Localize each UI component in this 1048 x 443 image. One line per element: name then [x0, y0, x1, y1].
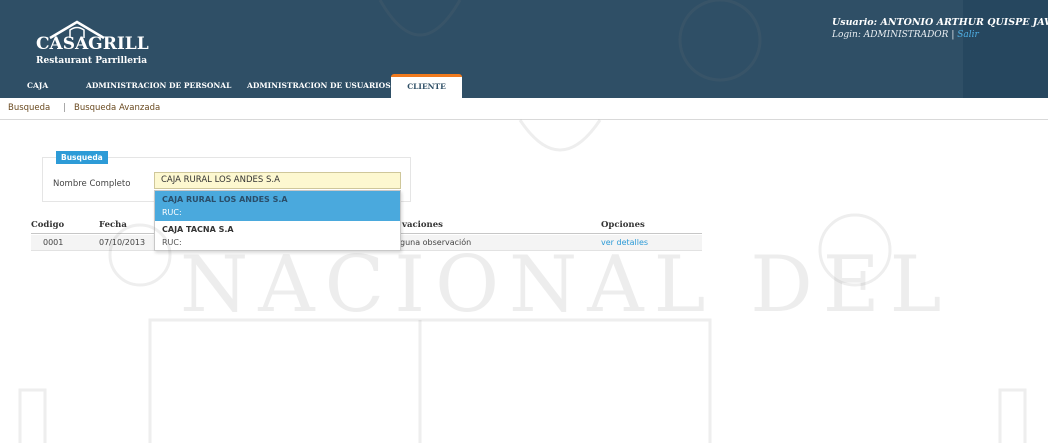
column-header-codigo[interactable]: Codigo	[31, 220, 64, 230]
header-right-panel	[963, 0, 1048, 98]
logo-subtitle: Restaurant Parrilleria	[36, 56, 148, 66]
cell-codigo: 0001	[43, 238, 64, 247]
logo-title: CASAGRILL	[36, 34, 149, 54]
column-header-observaciones[interactable]: vaciones	[402, 220, 443, 230]
tab-cliente[interactable]: CLIENTE	[391, 74, 462, 98]
nombre-completo-label: Nombre Completo	[53, 179, 131, 189]
tab-administracion-personal[interactable]: ADMINISTRACION DE PERSONAL	[86, 74, 231, 98]
subnav-separator: |	[63, 103, 66, 113]
watermark-text: NACIONAL DEL	[180, 240, 952, 330]
sub-navigation: Busqueda | Busqueda Avanzada	[0, 98, 1048, 120]
option-name: CAJA TACNA S.A	[162, 225, 234, 234]
tab-caja[interactable]: CAJA	[27, 74, 48, 98]
login-label: Login: ADMINISTRADOR |	[832, 30, 955, 40]
ver-detalles-link[interactable]: ver detalles	[601, 238, 648, 247]
cell-observaciones: guna observación	[400, 238, 472, 247]
search-panel-title: Busqueda	[56, 151, 108, 164]
subnav-busqueda-link[interactable]: Busqueda	[8, 103, 50, 113]
user-name: Usuario: ANTONIO ARTHUR QUISPE JAVIER	[832, 17, 1048, 28]
option-ruc: RUC:	[162, 238, 182, 247]
user-info: Usuario: ANTONIO ARTHUR QUISPE JAVIER Lo…	[832, 17, 1048, 40]
subnav-busqueda-avanzada-link[interactable]: Busqueda Avanzada	[74, 103, 160, 113]
casagrill-logo[interactable]: CASAGRILL Restaurant Parrilleria	[30, 18, 150, 70]
column-header-opciones: Opciones	[601, 220, 645, 230]
column-header-fecha[interactable]: Fecha	[99, 220, 127, 230]
logout-link[interactable]: Salir	[957, 30, 979, 40]
app-header: CASAGRILL Restaurant Parrilleria Usuario…	[0, 0, 1048, 98]
login-line: Login: ADMINISTRADOR | Salir	[832, 30, 1042, 40]
autocomplete-option[interactable]: CAJA RURAL LOS ANDES S.A RUC:	[155, 191, 400, 221]
option-ruc: RUC:	[162, 208, 182, 217]
nombre-completo-input[interactable]: CAJA RURAL LOS ANDES S.A	[154, 172, 401, 189]
tab-administracion-usuarios[interactable]: ADMINISTRACION DE USUARIOS	[247, 74, 391, 98]
cell-fecha: 07/10/2013	[99, 238, 146, 247]
autocomplete-option[interactable]: CAJA TACNA S.A RUC:	[155, 221, 400, 251]
autocomplete-dropdown: CAJA RURAL LOS ANDES S.A RUC: CAJA TACNA…	[154, 190, 401, 251]
option-name: CAJA RURAL LOS ANDES S.A	[162, 195, 288, 204]
